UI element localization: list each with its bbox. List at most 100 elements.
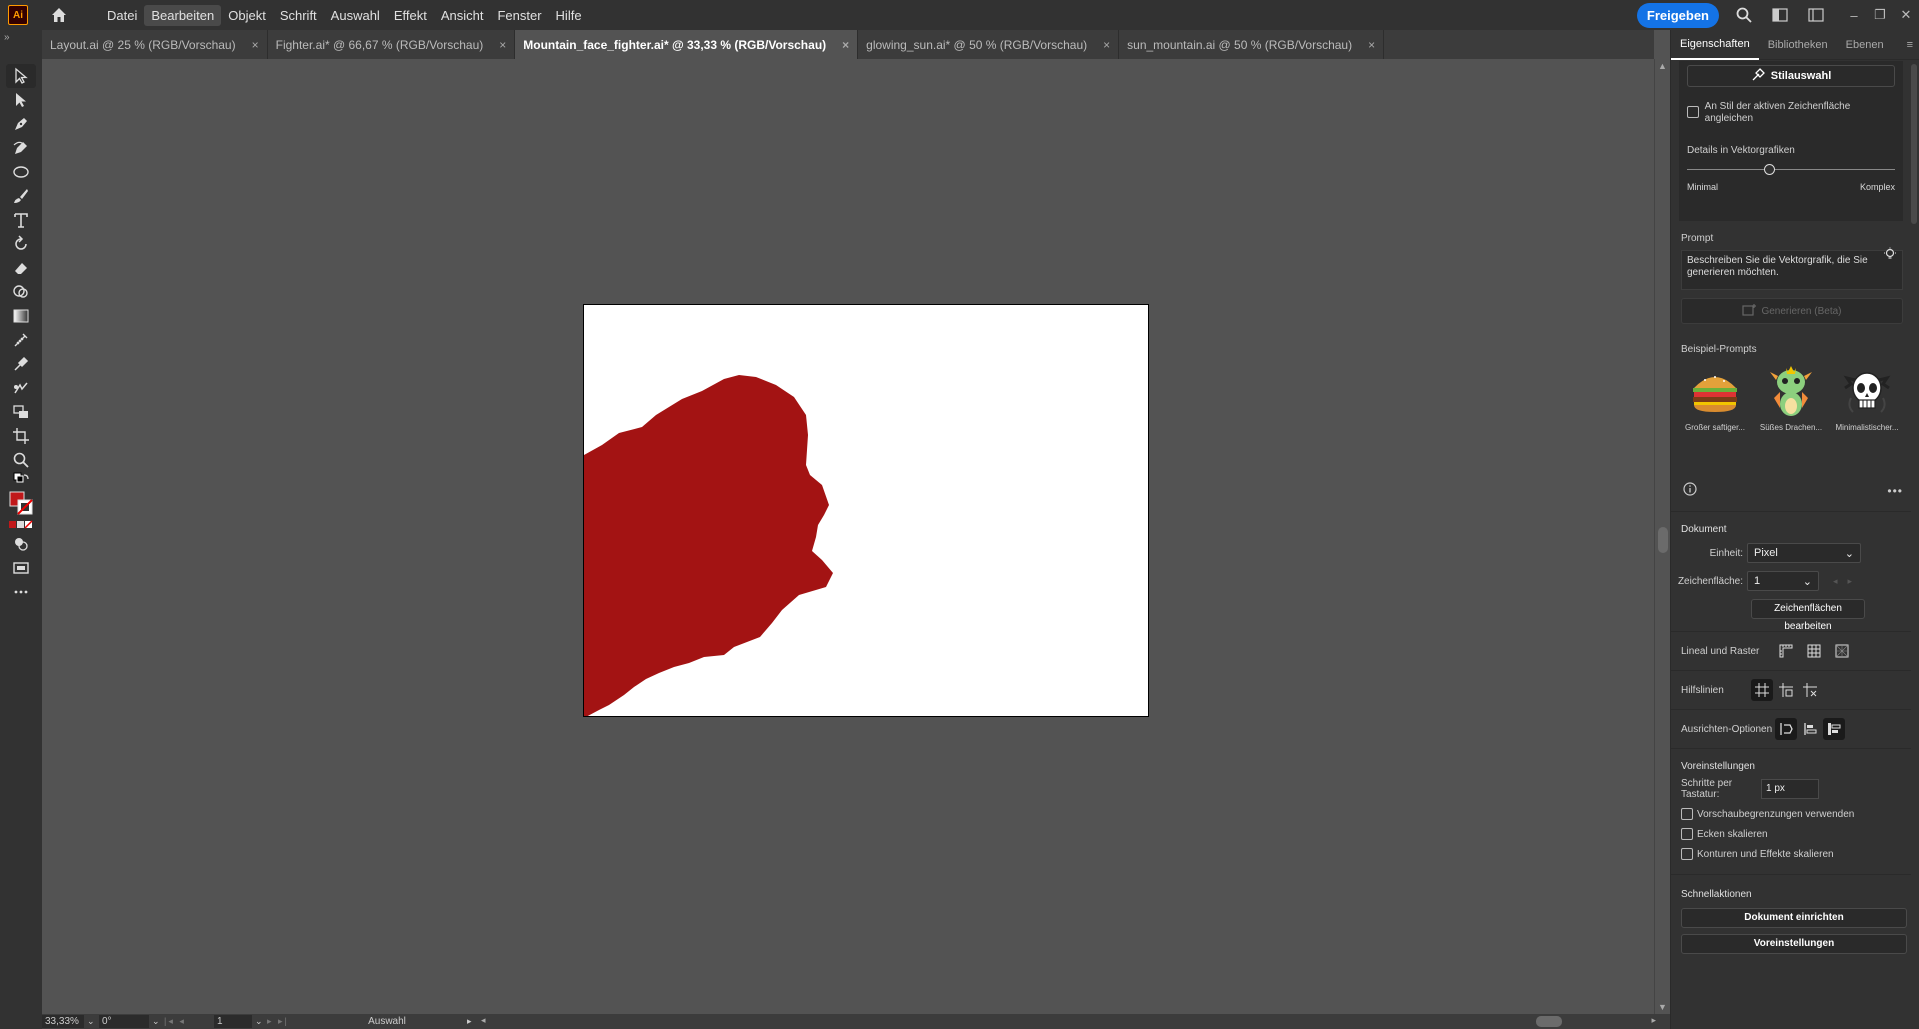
- share-button[interactable]: Freigeben: [1636, 2, 1719, 28]
- tab-sun-mountain[interactable]: sun_mountain.ai @ 50 % (RGB/Vorschau) ×: [1119, 30, 1385, 59]
- blend-tool-icon[interactable]: [6, 376, 36, 400]
- minimize-icon[interactable]: –: [1841, 8, 1867, 23]
- horizontal-scrollbar[interactable]: ◂ ▸: [481, 1014, 1670, 1029]
- align-to-artboard-icon[interactable]: [1823, 718, 1845, 740]
- eyedropper-tool-icon[interactable]: [6, 352, 36, 376]
- collapse-toolbar-icon[interactable]: »: [4, 32, 10, 43]
- vertical-scrollbar[interactable]: ▲ ▼: [1654, 59, 1670, 1014]
- unit-dropdown[interactable]: Pixel ⌄: [1747, 543, 1861, 563]
- scroll-right-icon[interactable]: ▸: [1651, 1015, 1656, 1026]
- tab-eigenschaften[interactable]: Eigenschaften: [1671, 30, 1759, 60]
- artboard-number-field[interactable]: 1: [214, 1015, 252, 1028]
- menu-bearbeiten[interactable]: Bearbeiten: [144, 4, 222, 26]
- zoom-field[interactable]: 33,33%: [42, 1015, 84, 1028]
- align-to-selection-icon[interactable]: [1775, 718, 1797, 740]
- menu-datei[interactable]: Datei: [100, 5, 144, 26]
- preferences-button[interactable]: Voreinstellungen: [1681, 934, 1907, 954]
- search-icon[interactable]: [1733, 4, 1755, 26]
- direct-selection-tool-icon[interactable]: [6, 88, 36, 112]
- close-icon[interactable]: ×: [842, 38, 849, 52]
- workspace-icon[interactable]: [1805, 4, 1827, 26]
- swap-defaults-icon[interactable]: [6, 472, 36, 488]
- artboard-dropdown[interactable]: 1 ⌄: [1747, 571, 1819, 591]
- close-icon[interactable]: ×: [499, 38, 506, 52]
- smart-guides-icon[interactable]: [1775, 679, 1797, 701]
- status-menu-icon[interactable]: ▸: [467, 1016, 481, 1027]
- pen-tool-icon[interactable]: [6, 112, 36, 136]
- eraser-tool-icon[interactable]: [6, 256, 36, 280]
- draw-mode-icon[interactable]: [6, 532, 36, 556]
- guides-icon[interactable]: [1751, 679, 1773, 701]
- panel-scrollbar[interactable]: [1911, 64, 1917, 1024]
- curvature-tool-icon[interactable]: [6, 136, 36, 160]
- type-tool-icon[interactable]: [6, 208, 36, 232]
- menu-auswahl[interactable]: Auswahl: [324, 5, 387, 26]
- selection-tool-icon[interactable]: [6, 64, 36, 88]
- scale-strokes-checkbox[interactable]: [1681, 848, 1693, 860]
- menu-hilfe[interactable]: Hilfe: [549, 5, 589, 26]
- preview-bounds-checkbox[interactable]: [1681, 808, 1693, 820]
- next-artboard-icon[interactable]: ▸: [1848, 576, 1853, 587]
- keyboard-step-input[interactable]: 1 px: [1761, 779, 1819, 799]
- tab-bibliotheken[interactable]: Bibliotheken: [1759, 30, 1837, 60]
- live-paint-tool-icon[interactable]: [6, 400, 36, 424]
- tab-fighter[interactable]: Fighter.ai* @ 66,67 % (RGB/Vorschau) ×: [267, 30, 516, 59]
- prompt-input[interactable]: Beschreiben Sie die Vektorgrafik, die Si…: [1681, 250, 1903, 290]
- example-prompt-burger[interactable]: Großer saftiger...: [1679, 363, 1751, 432]
- scroll-thumb[interactable]: [1536, 1016, 1562, 1027]
- more-options-icon[interactable]: •••: [1887, 484, 1903, 498]
- home-icon[interactable]: [48, 4, 70, 26]
- tab-mountain-face-fighter[interactable]: Mountain_face_fighter.ai* @ 33,33 % (RGB…: [515, 30, 859, 59]
- artboard[interactable]: [583, 304, 1149, 717]
- first-prev-artboard-icon[interactable]: |◂ ◂: [164, 1016, 214, 1027]
- ruler-icon[interactable]: [1775, 640, 1797, 662]
- menu-schrift[interactable]: Schrift: [273, 5, 324, 26]
- chevron-down-icon[interactable]: ⌄: [255, 1016, 267, 1027]
- pixel-grid-icon[interactable]: [1799, 679, 1821, 701]
- scroll-up-icon[interactable]: ▲: [1658, 61, 1667, 71]
- artboard-tool-icon[interactable]: [6, 424, 36, 448]
- scale-corners-checkbox[interactable]: [1681, 828, 1693, 840]
- scroll-down-icon[interactable]: ▼: [1658, 1002, 1667, 1012]
- slider-knob[interactable]: [1764, 164, 1775, 175]
- next-last-artboard-icon[interactable]: ▸ ▸|: [267, 1016, 307, 1027]
- close-icon[interactable]: ×: [1368, 38, 1375, 52]
- menu-ansicht[interactable]: Ansicht: [434, 5, 491, 26]
- edit-artboards-button[interactable]: Zeichenflächen bearbeiten: [1751, 599, 1865, 632]
- style-select-button[interactable]: Stilauswahl: [1687, 65, 1895, 87]
- arrange-documents-icon[interactable]: [1769, 4, 1791, 26]
- more-tools-icon[interactable]: [6, 580, 36, 604]
- info-icon[interactable]: [1683, 482, 1697, 499]
- close-icon[interactable]: ✕: [1893, 7, 1919, 23]
- scroll-thumb[interactable]: [1658, 527, 1668, 553]
- menu-effekt[interactable]: Effekt: [387, 5, 434, 26]
- paintbrush-tool-icon[interactable]: [6, 184, 36, 208]
- zoom-tool-icon[interactable]: [6, 448, 36, 472]
- screen-mode-icon[interactable]: [6, 556, 36, 580]
- canvas-area[interactable]: [42, 59, 1654, 1014]
- tab-glowing-sun[interactable]: glowing_sun.ai* @ 50 % (RGB/Vorschau) ×: [858, 30, 1120, 59]
- lightbulb-icon[interactable]: [1883, 247, 1897, 264]
- match-style-checkbox[interactable]: [1687, 106, 1699, 118]
- mesh-tool-icon[interactable]: [6, 328, 36, 352]
- menu-fenster[interactable]: Fenster: [490, 5, 548, 26]
- mountain-shape[interactable]: [584, 375, 833, 717]
- transparency-grid-icon[interactable]: [1831, 640, 1853, 662]
- scroll-left-icon[interactable]: ◂: [481, 1015, 486, 1026]
- tab-layout[interactable]: Layout.ai @ 25 % (RGB/Vorschau) ×: [42, 30, 268, 59]
- restore-icon[interactable]: ❐: [1867, 7, 1893, 23]
- align-to-key-object-icon[interactable]: [1799, 718, 1821, 740]
- gradient-tool-icon[interactable]: [6, 304, 36, 328]
- example-prompt-skull[interactable]: Minimalistischer...: [1831, 363, 1903, 432]
- tab-ebenen[interactable]: Ebenen: [1837, 30, 1893, 60]
- grid-icon[interactable]: [1803, 640, 1825, 662]
- menu-objekt[interactable]: Objekt: [221, 5, 273, 26]
- example-prompt-dragon[interactable]: Süßes Drachen...: [1755, 363, 1827, 432]
- generate-button[interactable]: Generieren (Beta): [1681, 298, 1903, 324]
- rotation-field[interactable]: 0°: [99, 1015, 149, 1028]
- ellipse-tool-icon[interactable]: [6, 160, 36, 184]
- prev-artboard-icon[interactable]: ◂: [1833, 576, 1838, 587]
- document-setup-button[interactable]: Dokument einrichten: [1681, 908, 1907, 928]
- color-mode-icons[interactable]: [6, 518, 36, 532]
- detail-slider[interactable]: [1687, 162, 1895, 178]
